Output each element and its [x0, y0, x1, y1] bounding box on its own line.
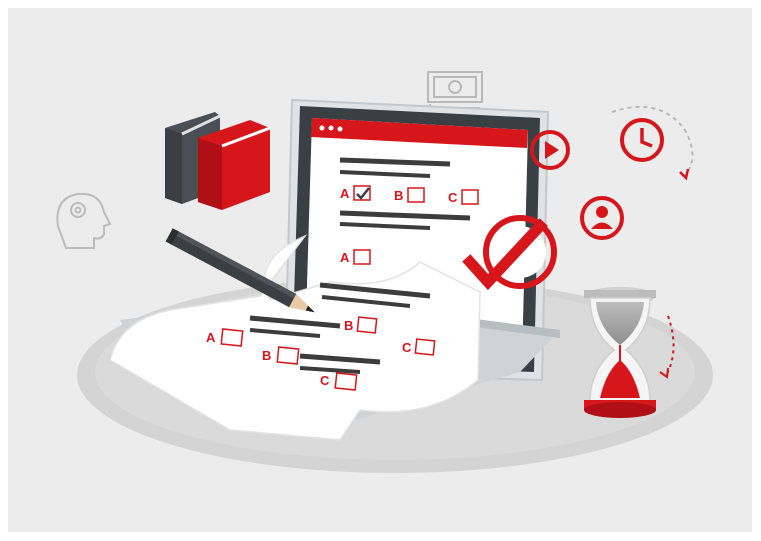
answer-letter: C	[448, 190, 458, 205]
answer-letter: B	[344, 318, 353, 333]
answer-letter: A	[206, 330, 216, 345]
answer-letter: B	[262, 348, 271, 363]
answer-letter: C	[402, 340, 412, 355]
certificate-icon	[427, 71, 483, 109]
answer-letter: B	[394, 188, 403, 203]
answer-letter: A	[340, 186, 350, 201]
online-exam-illustration: A B C A B C B C A B C	[56, 71, 713, 473]
books-icon	[165, 112, 271, 210]
gear-head-icon	[56, 192, 112, 249]
clock-icon	[611, 105, 694, 181]
answer-letter: A	[340, 250, 350, 265]
user-icon	[580, 196, 624, 240]
answer-letter: C	[320, 373, 330, 388]
